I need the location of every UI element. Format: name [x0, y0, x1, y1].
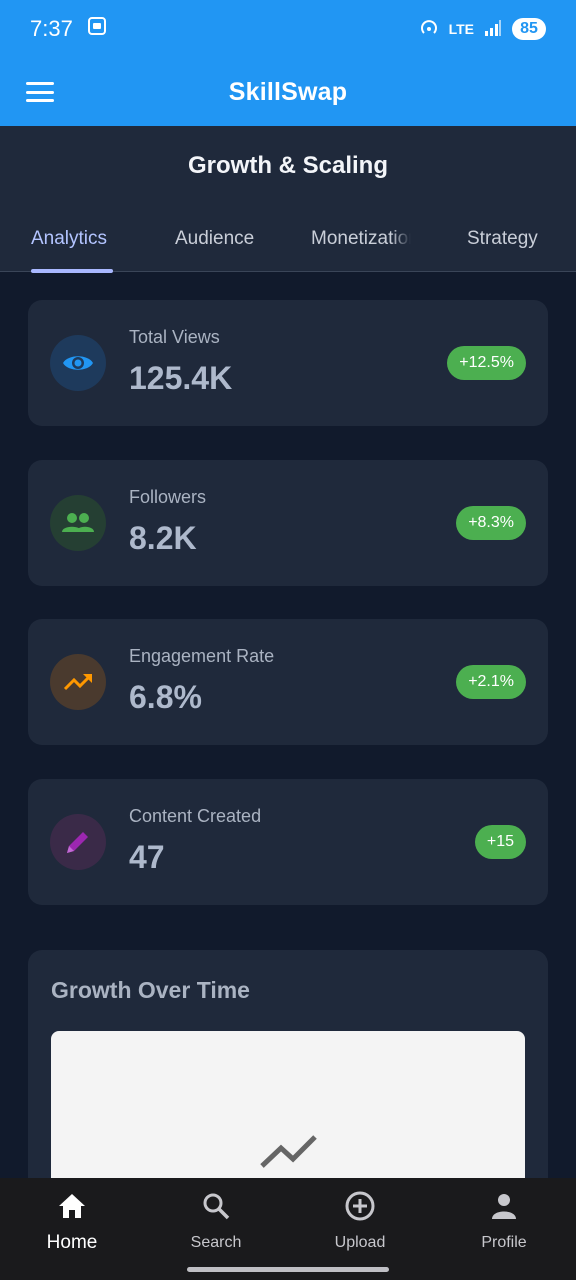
stat-value: 125.4K: [129, 360, 233, 396]
stat-change-badge: +12.5%: [447, 346, 526, 380]
nav-upload[interactable]: Upload: [300, 1190, 420, 1252]
stat-value: 6.8%: [129, 679, 202, 715]
stat-card-followers[interactable]: Followers 8.2K +8.3%: [28, 460, 548, 586]
nav-search[interactable]: Search: [156, 1190, 276, 1252]
app-bar: SkillSwap: [0, 58, 576, 126]
bottom-nav: Home Search Upload Profile: [0, 1178, 576, 1280]
search-icon: [156, 1190, 276, 1222]
stat-change-badge: +15: [474, 825, 526, 859]
tab-strategy[interactable]: Strategy: [467, 224, 538, 272]
app-title: SkillSwap: [228, 77, 348, 106]
tab-indicator: [31, 269, 113, 273]
add-circle-icon: [300, 1190, 420, 1222]
home-icon: [12, 1190, 132, 1222]
nav-label: Upload: [334, 1234, 386, 1251]
pencil-icon: [50, 814, 106, 870]
nav-label: Profile: [481, 1234, 527, 1251]
trending-up-icon: [50, 654, 106, 710]
tab-monetization[interactable]: Monetization: [311, 224, 411, 272]
growth-card: Growth Over Time: [28, 950, 548, 1231]
tab-audience[interactable]: Audience: [175, 224, 254, 272]
stat-value: 8.2K: [129, 520, 197, 556]
screenshot-icon: [87, 16, 107, 42]
people-icon: [50, 495, 106, 551]
stat-value: 47: [129, 839, 165, 875]
stat-label: Total Views: [129, 327, 220, 347]
hotspot-icon: [419, 19, 439, 40]
stat-card-total-views[interactable]: Total Views 125.4K +12.5%: [28, 300, 548, 426]
person-icon: [444, 1190, 564, 1222]
network-type: LTE: [448, 21, 474, 37]
growth-title: Growth Over Time: [51, 977, 250, 1003]
stat-label: Content Created: [129, 806, 262, 826]
eye-icon: [50, 335, 106, 391]
stat-change-badge: +2.1%: [456, 665, 526, 699]
page-header: Growth & Scaling Analytics Audience Mone…: [0, 126, 576, 273]
nav-label: Home: [46, 1232, 98, 1253]
stat-card-content-created[interactable]: Content Created 47 +15: [28, 779, 548, 905]
battery-badge: 85: [512, 18, 546, 40]
stat-label: Followers: [129, 487, 207, 507]
nav-profile[interactable]: Profile: [444, 1190, 564, 1252]
home-indicator: [187, 1267, 389, 1272]
show-chart-icon: [260, 1135, 317, 1168]
status-bar: 7:37 LTE 85: [0, 0, 576, 58]
tab-bar: Analytics Audience Monetization Strategy: [0, 224, 576, 272]
signal-icon: [484, 19, 502, 39]
tab-analytics[interactable]: Analytics: [31, 224, 107, 272]
stat-card-engagement-rate[interactable]: Engagement Rate 6.8% +2.1%: [28, 619, 548, 745]
status-time: 7:37: [30, 16, 73, 41]
page-title: Growth & Scaling: [187, 152, 388, 179]
nav-label: Search: [190, 1234, 242, 1251]
menu-icon[interactable]: [26, 78, 54, 106]
stat-change-badge: +8.3%: [456, 506, 526, 540]
nav-home[interactable]: Home: [12, 1190, 132, 1254]
stat-label: Engagement Rate: [129, 646, 275, 666]
